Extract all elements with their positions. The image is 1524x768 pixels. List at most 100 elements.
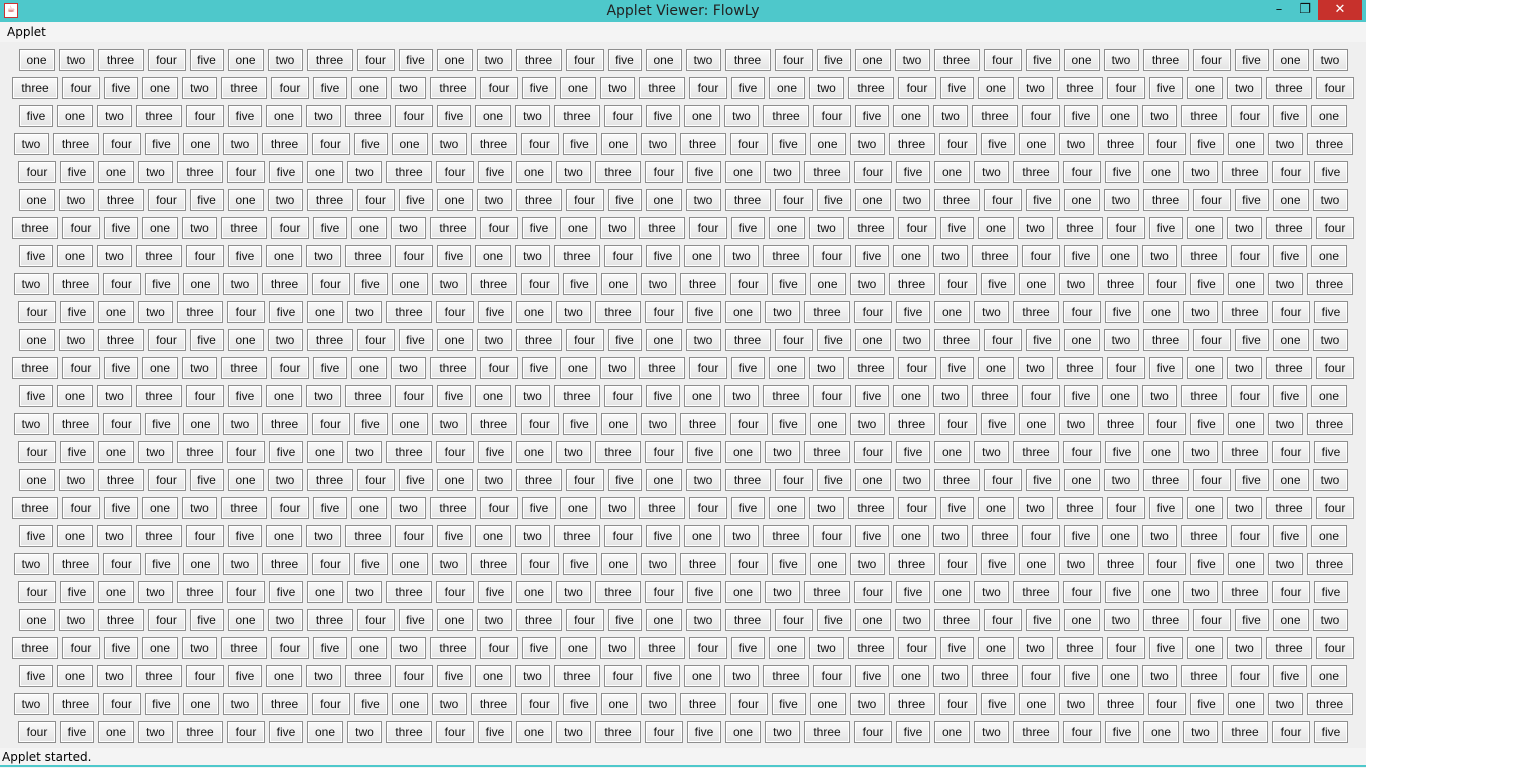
button-three[interactable]: three xyxy=(763,665,809,687)
button-three[interactable]: three xyxy=(639,77,685,99)
button-three[interactable]: three xyxy=(933,49,980,71)
button-one[interactable]: one xyxy=(1227,133,1264,155)
button-two[interactable]: two xyxy=(765,441,800,463)
button-three[interactable]: three xyxy=(177,301,223,323)
button-five[interactable]: five xyxy=(313,497,347,519)
button-one[interactable]: one xyxy=(516,721,552,743)
button-one[interactable]: one xyxy=(684,245,720,267)
button-two[interactable]: two xyxy=(1183,721,1218,743)
button-three[interactable]: three xyxy=(136,105,182,127)
button-four[interactable]: four xyxy=(854,301,892,323)
button-five[interactable]: five xyxy=(437,665,471,687)
button-two[interactable]: two xyxy=(933,665,968,687)
button-two[interactable]: two xyxy=(306,105,341,127)
button-four[interactable]: four xyxy=(1147,413,1186,435)
button-four[interactable]: four xyxy=(271,357,309,379)
button-four[interactable]: four xyxy=(520,413,559,435)
button-five[interactable]: five xyxy=(189,189,224,211)
button-five[interactable]: five xyxy=(855,245,889,267)
button-three[interactable]: three xyxy=(1181,385,1227,407)
button-two[interactable]: two xyxy=(476,609,512,631)
button-one[interactable]: one xyxy=(1102,525,1138,547)
button-four[interactable]: four xyxy=(604,245,642,267)
button-two[interactable]: two xyxy=(1227,637,1262,659)
button-two[interactable]: two xyxy=(222,693,258,715)
button-four[interactable]: four xyxy=(983,189,1022,211)
button-five[interactable]: five xyxy=(1064,105,1098,127)
close-button[interactable]: ✕ xyxy=(1318,0,1362,20)
button-three[interactable]: three xyxy=(345,105,391,127)
button-four[interactable]: four xyxy=(1147,133,1186,155)
button-three[interactable]: three xyxy=(345,525,391,547)
button-one[interactable]: one xyxy=(1143,161,1179,183)
button-two[interactable]: two xyxy=(476,49,512,71)
button-four[interactable]: four xyxy=(520,553,559,575)
button-one[interactable]: one xyxy=(645,49,682,71)
button-four[interactable]: four xyxy=(436,581,474,603)
button-three[interactable]: three xyxy=(888,273,935,295)
button-five[interactable]: five xyxy=(940,217,974,239)
button-three[interactable]: three xyxy=(386,161,432,183)
button-five[interactable]: five xyxy=(228,665,262,687)
button-two[interactable]: two xyxy=(933,385,968,407)
button-five[interactable]: five xyxy=(269,581,303,603)
button-five[interactable]: five xyxy=(1149,497,1183,519)
button-three[interactable]: three xyxy=(933,609,980,631)
button-three[interactable]: three xyxy=(848,217,894,239)
button-two[interactable]: two xyxy=(640,693,676,715)
button-three[interactable]: three xyxy=(554,525,600,547)
button-five[interactable]: five xyxy=(104,497,138,519)
button-one[interactable]: one xyxy=(307,301,343,323)
button-two[interactable]: two xyxy=(724,665,759,687)
button-one[interactable]: one xyxy=(1227,693,1264,715)
button-four[interactable]: four xyxy=(271,637,309,659)
button-one[interactable]: one xyxy=(475,385,511,407)
button-three[interactable]: three xyxy=(1057,497,1103,519)
button-one[interactable]: one xyxy=(934,441,970,463)
button-two[interactable]: two xyxy=(267,609,303,631)
button-four[interactable]: four xyxy=(1231,245,1269,267)
button-five[interactable]: five xyxy=(607,609,642,631)
button-four[interactable]: four xyxy=(565,49,604,71)
button-three[interactable]: three xyxy=(1097,413,1144,435)
button-five[interactable]: five xyxy=(687,721,721,743)
button-four[interactable]: four xyxy=(813,245,851,267)
button-three[interactable]: three xyxy=(933,329,980,351)
button-four[interactable]: four xyxy=(729,413,768,435)
button-three[interactable]: three xyxy=(136,385,182,407)
button-four[interactable]: four xyxy=(689,497,727,519)
button-one[interactable]: one xyxy=(684,385,720,407)
button-one[interactable]: one xyxy=(516,441,552,463)
button-three[interactable]: three xyxy=(1266,77,1312,99)
button-four[interactable]: four xyxy=(1107,357,1145,379)
button-four[interactable]: four xyxy=(729,693,768,715)
button-two[interactable]: two xyxy=(894,49,930,71)
button-two[interactable]: two xyxy=(347,581,382,603)
button-three[interactable]: three xyxy=(97,329,144,351)
button-one[interactable]: one xyxy=(1272,469,1309,491)
button-three[interactable]: three xyxy=(177,581,223,603)
button-four[interactable]: four xyxy=(356,469,395,491)
button-three[interactable]: three xyxy=(221,217,267,239)
button-five[interactable]: five xyxy=(562,553,597,575)
button-four[interactable]: four xyxy=(729,553,768,575)
button-one[interactable]: one xyxy=(266,385,302,407)
button-two[interactable]: two xyxy=(556,581,591,603)
button-one[interactable]: one xyxy=(1102,665,1138,687)
button-three[interactable]: three xyxy=(515,189,562,211)
button-one[interactable]: one xyxy=(1143,301,1179,323)
button-four[interactable]: four xyxy=(1022,665,1060,687)
button-five[interactable]: five xyxy=(1149,357,1183,379)
button-five[interactable]: five xyxy=(478,721,512,743)
button-four[interactable]: four xyxy=(227,721,265,743)
button-four[interactable]: four xyxy=(1316,77,1354,99)
button-four[interactable]: four xyxy=(147,189,186,211)
button-two[interactable]: two xyxy=(974,301,1009,323)
button-two[interactable]: two xyxy=(974,581,1009,603)
button-two[interactable]: two xyxy=(1018,217,1053,239)
button-two[interactable]: two xyxy=(974,441,1009,463)
button-five[interactable]: five xyxy=(522,637,556,659)
button-four[interactable]: four xyxy=(436,441,474,463)
button-three[interactable]: three xyxy=(724,469,771,491)
button-three[interactable]: three xyxy=(1306,693,1353,715)
